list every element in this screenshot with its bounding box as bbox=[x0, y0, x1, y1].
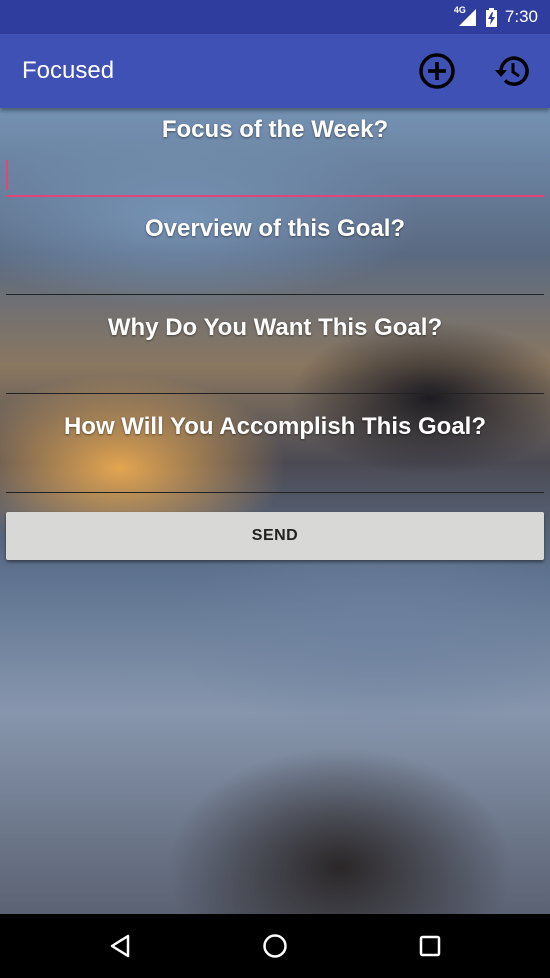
recents-button[interactable] bbox=[410, 926, 450, 966]
back-triangle-icon bbox=[110, 934, 130, 958]
add-button[interactable] bbox=[417, 51, 457, 91]
app-title: Focused bbox=[22, 57, 115, 84]
why-input[interactable] bbox=[6, 355, 548, 393]
focus-week-label: Focus of the Week? bbox=[161, 116, 389, 143]
how-underline bbox=[6, 492, 544, 493]
back-button[interactable] bbox=[101, 926, 141, 966]
home-circle-icon bbox=[263, 934, 287, 958]
overview-underline bbox=[6, 294, 544, 295]
navigation-bar bbox=[0, 914, 550, 978]
home-button[interactable] bbox=[255, 926, 295, 966]
overview-label: Overview of this Goal? bbox=[144, 215, 406, 242]
add-circle-icon bbox=[419, 53, 455, 89]
why-label: Why Do You Want This Goal? bbox=[107, 314, 443, 341]
recents-square-icon bbox=[419, 935, 441, 957]
form-area: Focus of the Week? Overview of this Goal… bbox=[0, 108, 550, 914]
focus-week-underline bbox=[6, 195, 544, 197]
cell-signal-icon: 4G bbox=[454, 5, 478, 27]
status-bar: 4G 7:30 bbox=[0, 0, 550, 34]
battery-icon bbox=[485, 7, 497, 27]
focus-week-input[interactable] bbox=[6, 156, 548, 194]
how-label: How Will You Accomplish This Goal? bbox=[63, 413, 487, 440]
send-button[interactable]: SEND bbox=[6, 512, 544, 560]
history-icon bbox=[495, 56, 529, 86]
overview-input[interactable] bbox=[6, 256, 548, 294]
why-underline bbox=[6, 393, 544, 394]
status-icons: 4G 7:30 bbox=[454, 0, 538, 34]
app-bar: Focused bbox=[0, 34, 550, 108]
how-input[interactable] bbox=[6, 454, 548, 492]
status-time: 7:30 bbox=[504, 7, 538, 26]
history-button[interactable] bbox=[492, 51, 532, 91]
